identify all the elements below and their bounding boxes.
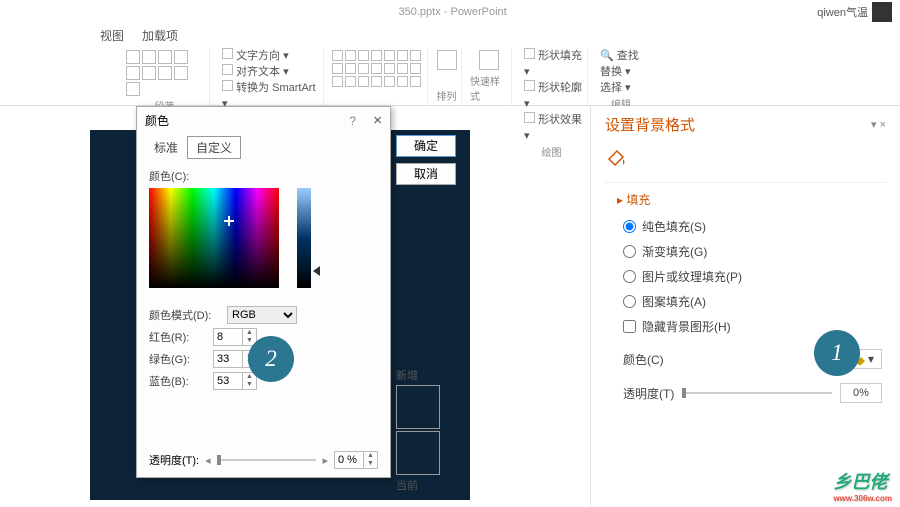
- find[interactable]: 🔍 查找: [600, 48, 639, 64]
- green-label: 绿色(G):: [149, 351, 209, 367]
- pane-transparency-label: 透明度(T): [623, 385, 674, 402]
- opt-picture-fill[interactable]: 图片或纹理填充(P): [623, 268, 886, 285]
- color-mode-select[interactable]: RGB: [227, 306, 297, 324]
- arrange-label[interactable]: 排列: [437, 88, 457, 105]
- color-field[interactable]: [149, 188, 279, 288]
- avatar[interactable]: [872, 2, 892, 22]
- new-color-swatch: [396, 385, 440, 429]
- text-direction[interactable]: 文字方向 ▾: [222, 48, 319, 64]
- red-label: 红色(R):: [149, 329, 209, 345]
- tab-custom[interactable]: 自定义: [187, 136, 241, 159]
- luminance-bar[interactable]: [297, 188, 311, 288]
- annotation-badge-1: 1: [814, 330, 860, 376]
- pane-title: 设置背景格式: [605, 114, 695, 135]
- color-crosshair[interactable]: [224, 216, 234, 226]
- color-field-label: 颜色(C):: [149, 168, 378, 184]
- current-swatch-label: 当前: [396, 477, 458, 493]
- quick-style-label[interactable]: 快速样式: [470, 73, 507, 105]
- align-text[interactable]: 对齐文本 ▾: [222, 64, 319, 80]
- drawing-label: 绘图: [542, 144, 562, 161]
- blue-input[interactable]: ▲▼: [213, 372, 257, 390]
- menu-addin[interactable]: 加载项: [142, 27, 178, 44]
- paint-bucket-icon[interactable]: [605, 145, 886, 172]
- color-dialog: 颜色 ? × 标准 自定义 颜色(C): 颜色模式(D): RGB 红色(R):…: [136, 106, 391, 478]
- dlg-transparency-label: 透明度(T):: [149, 452, 199, 468]
- opt-solid-fill[interactable]: 纯色填充(S): [623, 218, 886, 235]
- color-mode-label: 颜色模式(D):: [149, 307, 221, 323]
- red-input[interactable]: ▲▼: [213, 328, 257, 346]
- app-title: 350.pptx - PowerPoint: [88, 6, 817, 18]
- section-fill[interactable]: ▸ 填充: [617, 191, 886, 208]
- replace[interactable]: 替换 ▾: [600, 64, 639, 80]
- cancel-button[interactable]: 取消: [396, 163, 456, 185]
- dlg-transparency-input[interactable]: ▲▼: [334, 451, 378, 469]
- dlg-transparency-slider[interactable]: [217, 459, 317, 461]
- shape-outline[interactable]: 形状轮廓 ▾: [524, 80, 583, 112]
- annotation-badge-2: 2: [248, 336, 294, 382]
- transparency-value[interactable]: 0%: [840, 383, 882, 403]
- ok-button[interactable]: 确定: [396, 135, 456, 157]
- current-color-swatch: [396, 431, 440, 475]
- opt-pattern-fill[interactable]: 图案填充(A): [623, 293, 886, 310]
- opt-gradient-fill[interactable]: 渐变填充(G): [623, 243, 886, 260]
- format-background-pane: 设置背景格式 ▾ × ▸ 填充 纯色填充(S) 渐变填充(G) 图片或纹理填充(…: [590, 106, 900, 506]
- menu-view[interactable]: 视图: [100, 27, 124, 44]
- shape-effects[interactable]: 形状效果 ▾: [524, 112, 583, 144]
- select[interactable]: 选择 ▾: [600, 80, 639, 96]
- ribbon: 段落 文字方向 ▾ 对齐文本 ▾ 转换为 SmartArt ▾ 排列 快速样式 …: [0, 46, 900, 106]
- dialog-help-icon[interactable]: ?: [349, 114, 356, 128]
- pane-close-icon[interactable]: ▾ ×: [871, 118, 886, 131]
- luminance-arrow-icon[interactable]: [313, 266, 320, 276]
- watermark: 乡巴佬 www.306w.com: [833, 468, 892, 503]
- shape-fill[interactable]: 形状填充 ▾: [524, 48, 583, 80]
- titlebar: 350.pptx - PowerPoint qiwen气温: [0, 0, 900, 24]
- tab-standard[interactable]: 标准: [145, 136, 187, 159]
- pane-color-label: 颜色(C): [623, 351, 664, 368]
- transparency-slider[interactable]: [682, 392, 832, 394]
- menubar: 视图 加载项: [0, 24, 900, 46]
- user-name: qiwen气温: [817, 4, 868, 20]
- blue-label: 蓝色(B):: [149, 373, 209, 389]
- user-area[interactable]: qiwen气温: [817, 2, 892, 22]
- dialog-title: 颜色: [145, 112, 169, 129]
- new-swatch-label: 新增: [396, 367, 458, 383]
- dialog-close-icon[interactable]: ×: [373, 112, 382, 129]
